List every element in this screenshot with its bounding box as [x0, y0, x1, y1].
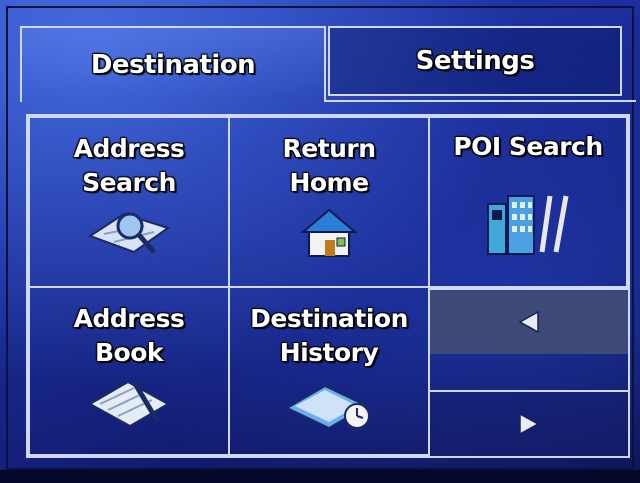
clipboard-clock-icon [284, 384, 370, 430]
return-home-label: Return Home [282, 134, 376, 197]
address-book-label: Address Book [73, 304, 185, 367]
magnifier-map-icon [87, 212, 171, 254]
poi-search-label: POI Search [453, 132, 603, 161]
destination-history-label: Destination History [250, 304, 408, 367]
address-search-label: Address Search [73, 134, 185, 197]
arrow-right-icon [519, 412, 540, 436]
return-home-button[interactable]: Return Home [228, 116, 430, 288]
bottom-bar [0, 470, 640, 483]
notebook-pen-icon [87, 380, 171, 428]
tab-divider [326, 100, 636, 102]
arrow-left-icon [518, 310, 539, 334]
address-book-button[interactable]: Address Book [28, 286, 230, 456]
poi-services-icon [487, 195, 569, 255]
tab-destination-label: Destination [90, 50, 256, 80]
next-page-button[interactable] [430, 390, 628, 456]
tab-destination[interactable]: Destination [20, 26, 326, 102]
poi-search-button[interactable]: POI Search [428, 116, 628, 288]
tab-settings-label: Settings [415, 46, 535, 76]
previous-page-button[interactable] [430, 288, 628, 354]
destination-history-button[interactable]: Destination History [228, 286, 430, 456]
house-icon [300, 208, 358, 257]
address-search-button[interactable]: Address Search [28, 116, 230, 288]
tab-settings[interactable]: Settings [328, 26, 622, 96]
